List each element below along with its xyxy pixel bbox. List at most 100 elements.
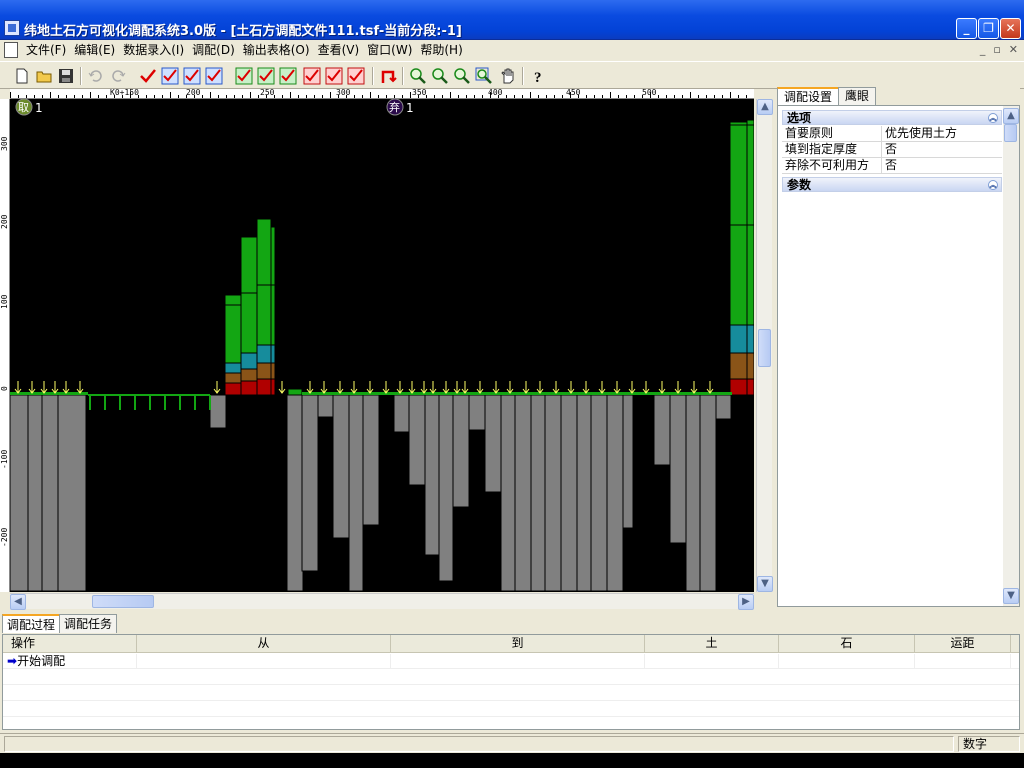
group-parameters[interactable]: 参数 ︽ xyxy=(782,177,1002,192)
fill-bar[interactable] xyxy=(530,394,546,592)
station-marker-icon[interactable] xyxy=(429,381,437,394)
fill-bar[interactable] xyxy=(57,394,87,592)
check-green-icon-1[interactable] xyxy=(234,66,254,86)
menu-window[interactable]: 窗口(W) xyxy=(363,42,416,58)
cut-segment[interactable] xyxy=(224,372,242,384)
save-icon[interactable] xyxy=(56,66,76,86)
fill-bar[interactable] xyxy=(715,394,732,420)
fill-bar[interactable] xyxy=(317,394,334,418)
fill-bar[interactable] xyxy=(500,394,516,592)
fill-bar[interactable] xyxy=(576,394,592,592)
station-marker-icon[interactable] xyxy=(613,381,621,394)
prop-row-primary-principle[interactable]: 首要原则 优先使用土方 xyxy=(782,126,1002,142)
help-icon[interactable]: ? xyxy=(528,66,548,86)
check-red-icon-3[interactable] xyxy=(346,66,366,86)
fill-bar[interactable] xyxy=(348,394,364,592)
scroll-right-button[interactable]: ▶ xyxy=(738,594,754,610)
panel-scroll-down-button[interactable]: ▼ xyxy=(1003,588,1019,604)
station-marker-icon[interactable] xyxy=(642,381,650,394)
cut-segment[interactable] xyxy=(224,382,242,396)
table-row[interactable]: ➡开始调配 xyxy=(3,654,1019,669)
cut-segment[interactable] xyxy=(256,284,272,346)
station-marker-icon[interactable] xyxy=(14,381,22,394)
return-arrow-icon[interactable] xyxy=(378,66,398,86)
check-box-icon-2[interactable] xyxy=(182,66,202,86)
menu-dispatch[interactable]: 调配(D) xyxy=(188,42,239,58)
cut-segment[interactable] xyxy=(270,226,276,286)
station-marker-icon[interactable] xyxy=(336,381,344,394)
cut-segment[interactable] xyxy=(256,218,272,286)
mdi-minimize-button[interactable]: _ xyxy=(980,43,986,56)
menu-file[interactable]: 文件(F) xyxy=(22,42,70,58)
station-marker-icon[interactable] xyxy=(408,381,416,394)
cut-segment[interactable] xyxy=(270,378,276,396)
col-distance[interactable]: 运距 xyxy=(915,635,1011,653)
scroll-left-button[interactable]: ◀ xyxy=(10,594,26,610)
fill-bar[interactable] xyxy=(560,394,578,592)
cut-segment[interactable] xyxy=(270,284,276,346)
cut-segment[interactable] xyxy=(746,324,754,354)
collapse-icon[interactable]: ︽ xyxy=(988,113,998,123)
fill-bar[interactable] xyxy=(484,394,502,493)
vertical-scroll-thumb[interactable] xyxy=(758,329,771,367)
station-marker-icon[interactable] xyxy=(306,381,314,394)
cut-segment[interactable] xyxy=(270,362,276,380)
mdi-close-button[interactable]: ✕ xyxy=(1009,43,1018,56)
station-marker-icon[interactable] xyxy=(598,381,606,394)
zoom-in-icon[interactable] xyxy=(408,66,428,86)
fill-bar[interactable] xyxy=(286,394,304,592)
horizontal-scrollbar[interactable]: ◀ ▶ xyxy=(10,593,754,610)
station-marker-icon[interactable] xyxy=(278,381,286,394)
cut-segment[interactable] xyxy=(240,292,258,354)
cut-segment[interactable] xyxy=(240,368,258,382)
check-box-icon-1[interactable] xyxy=(160,66,180,86)
station-marker-icon[interactable] xyxy=(320,381,328,394)
fill-bar[interactable] xyxy=(606,394,624,592)
fill-bar[interactable] xyxy=(653,394,671,466)
cut-segment[interactable] xyxy=(224,294,242,306)
check-green-icon-3[interactable] xyxy=(278,66,298,86)
station-marker-icon[interactable] xyxy=(628,381,636,394)
cut-segment[interactable] xyxy=(224,304,242,364)
cut-segment[interactable] xyxy=(256,344,272,364)
station-marker-icon[interactable] xyxy=(350,381,358,394)
station-marker-icon[interactable] xyxy=(536,381,544,394)
cut-segment[interactable] xyxy=(746,378,754,396)
col-soil[interactable]: 土 xyxy=(645,635,779,653)
undo-icon[interactable] xyxy=(86,66,106,86)
cut-segment[interactable] xyxy=(729,121,748,126)
station-marker-icon[interactable] xyxy=(366,381,374,394)
ground-line[interactable] xyxy=(302,392,732,395)
cut-segment[interactable] xyxy=(240,352,258,370)
cut-segment[interactable] xyxy=(729,124,748,226)
minimize-button[interactable]: _ xyxy=(956,18,977,39)
fill-bar[interactable] xyxy=(362,394,380,526)
cut-segment[interactable] xyxy=(240,236,258,294)
fill-bar[interactable] xyxy=(699,394,717,592)
fill-bar[interactable] xyxy=(544,394,562,592)
check-green-icon-2[interactable] xyxy=(256,66,276,86)
station-marker-icon[interactable] xyxy=(28,381,36,394)
fill-bar[interactable] xyxy=(209,394,227,429)
cut-segment[interactable] xyxy=(240,380,258,396)
station-marker-icon[interactable] xyxy=(213,381,221,394)
panel-scroll-thumb[interactable] xyxy=(1004,124,1017,142)
cut-segment[interactable] xyxy=(256,362,272,380)
cut-segment[interactable] xyxy=(746,119,754,126)
mdi-restore-button[interactable]: ▫ xyxy=(993,43,1000,56)
station-marker-icon[interactable] xyxy=(506,381,514,394)
check-icon[interactable] xyxy=(138,66,158,86)
new-file-icon[interactable] xyxy=(12,66,32,86)
restore-button[interactable]: ❐ xyxy=(978,18,999,39)
station-marker-icon[interactable] xyxy=(62,381,70,394)
station-marker-icon[interactable] xyxy=(476,381,484,394)
col-operation[interactable]: 操作 xyxy=(3,635,137,653)
menu-help[interactable]: 帮助(H) xyxy=(416,42,466,58)
fill-bar[interactable] xyxy=(332,394,350,539)
fill-bar[interactable] xyxy=(301,394,319,572)
cut-segment[interactable] xyxy=(729,378,748,396)
fill-bar[interactable] xyxy=(424,394,440,556)
station-marker-icon[interactable] xyxy=(706,381,714,394)
col-to[interactable]: 到 xyxy=(391,635,645,653)
waste-site-marker[interactable]: 弃1 xyxy=(386,99,414,116)
